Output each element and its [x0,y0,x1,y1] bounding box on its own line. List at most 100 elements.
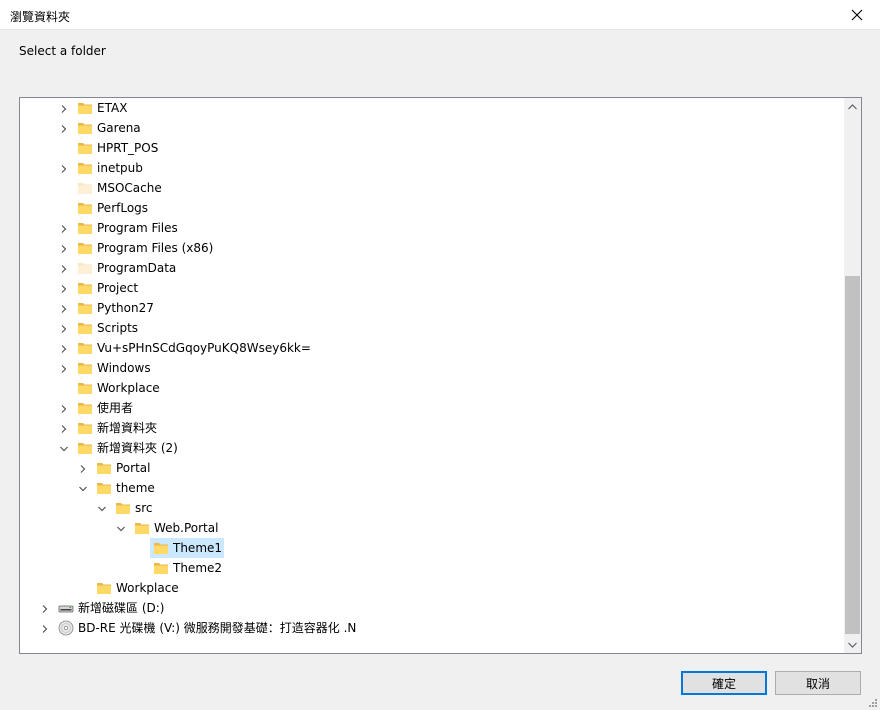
tree-item[interactable]: Workplace [20,378,844,398]
folder-icon [78,403,92,414]
tree-expander[interactable] [116,523,126,533]
tree-item-label: inetpub [97,161,143,175]
tree-item[interactable]: ETAX [20,98,844,118]
tree-item[interactable]: Project [20,278,844,298]
tree-item[interactable]: Vu+sPHnSCdGqoyPuKQ8Wsey6kk= [20,338,844,358]
folder-icon [116,503,130,514]
tree-item[interactable]: inetpub [20,158,844,178]
tree-item[interactable]: Windows [20,358,844,378]
tree-item-icon [153,540,169,556]
tree-item-icon [77,380,93,396]
folder-icon [78,143,92,154]
tree-item-label: Workplace [97,381,160,395]
chevron-right-icon [61,305,67,313]
scroll-up-button[interactable] [844,98,861,115]
folder-icon [78,323,92,334]
tree-item-icon [96,480,112,496]
folder-icon [78,103,92,114]
ok-button[interactable]: 確定 [681,671,767,695]
tree-expander[interactable] [59,163,69,173]
tree-item-icon [77,240,93,256]
tree-item[interactable]: Web.Portal [20,518,844,538]
tree-expander[interactable] [40,623,50,633]
close-button[interactable] [834,0,880,30]
tree-expander[interactable] [59,303,69,313]
tree-expander[interactable] [78,483,88,493]
resize-grip-icon[interactable] [868,698,878,708]
tree-item[interactable]: ProgramData [20,258,844,278]
tree-item-label: Garena [97,121,141,135]
chevron-up-icon [848,103,857,109]
tree-expander[interactable] [59,363,69,373]
tree-item-label: Project [97,281,139,295]
cancel-button[interactable]: 取消 [775,671,861,695]
tree-expander[interactable] [59,343,69,353]
tree-expander[interactable] [59,243,69,253]
scrollbar-thumb[interactable] [845,276,860,634]
tree-expander[interactable] [97,503,107,513]
tree-item[interactable]: Theme1 [20,538,844,558]
tree-item-icon [77,220,93,236]
chevron-right-icon [80,465,86,473]
chevron-right-icon [61,325,67,333]
tree-item[interactable]: 新增磁碟區 (D:) [20,598,844,618]
tree-item-label: MSOCache [97,181,162,195]
folder-tree-rows: ETAX Garena HPRT_POSinetpub MSOCache PerfLog… [20,98,844,653]
folder-icon [135,523,149,534]
chevron-right-icon [42,605,48,613]
tree-item[interactable]: MSOCache [20,178,844,198]
tree-item[interactable]: Workplace [20,578,844,598]
tree-item[interactable]: theme [20,478,844,498]
tree-item-label: Python27 [97,301,154,315]
tree-item-label: Windows [97,361,151,375]
tree-item-icon [96,580,112,596]
tree-expander[interactable] [59,283,69,293]
tree-item-icon [115,500,131,516]
tree-expander[interactable] [59,443,69,453]
tree-item[interactable]: Theme2 [20,558,844,578]
chevron-right-icon [61,245,67,253]
tree-item-label: 新增資料夾 [97,421,158,435]
tree-expander[interactable] [59,323,69,333]
tree-expander[interactable] [59,263,69,273]
tree-item-label: theme [116,481,155,495]
tree-item-label: Program Files (x86) [97,241,214,255]
tree-expander[interactable] [59,223,69,233]
tree-item-icon [58,620,74,636]
tree-item[interactable]: Scripts [20,318,844,338]
tree-item-label: BD-RE 光碟機 (V:) 微服務開發基礎：打造容器化 .N [78,621,357,635]
tree-expander[interactable] [59,123,69,133]
tree-item[interactable]: HPRT_POS [20,138,844,158]
tree-item[interactable]: Garena [20,118,844,138]
folder-icon [97,483,111,494]
folder-tree[interactable]: ETAX Garena HPRT_POSinetpub MSOCache PerfLog… [19,97,862,654]
folder-icon [97,463,111,474]
tree-expander[interactable] [59,423,69,433]
tree-item[interactable]: 新增資料夾 (2) [20,438,844,458]
tree-expander[interactable] [40,603,50,613]
tree-item[interactable]: 新增資料夾 [20,418,844,438]
tree-item[interactable]: Python27 [20,298,844,318]
tree-item-icon [77,420,93,436]
tree-expander[interactable] [78,463,88,473]
folder-icon [154,543,168,554]
tree-item[interactable]: src [20,498,844,518]
tree-item[interactable]: PerfLogs [20,198,844,218]
tree-expander[interactable] [59,103,69,113]
folder-icon [78,423,92,434]
tree-expander[interactable] [59,403,69,413]
tree-item[interactable]: Program Files [20,218,844,238]
tree-item-icon [77,320,93,336]
tree-item[interactable]: Portal [20,458,844,478]
tree-item-icon [77,100,93,116]
tree-item[interactable]: Program Files (x86) [20,238,844,258]
chevron-down-icon [848,642,857,648]
tree-item-label: 新增資料夾 (2) [97,441,178,455]
scroll-down-button[interactable] [844,636,861,653]
chevron-right-icon [42,625,48,633]
tree-item-icon [77,360,93,376]
tree-item[interactable]: BD-RE 光碟機 (V:) 微服務開發基礎：打造容器化 .N [20,618,844,638]
tree-item[interactable]: 使用者 [20,398,844,418]
close-icon [851,9,863,21]
vertical-scrollbar[interactable] [844,98,861,653]
